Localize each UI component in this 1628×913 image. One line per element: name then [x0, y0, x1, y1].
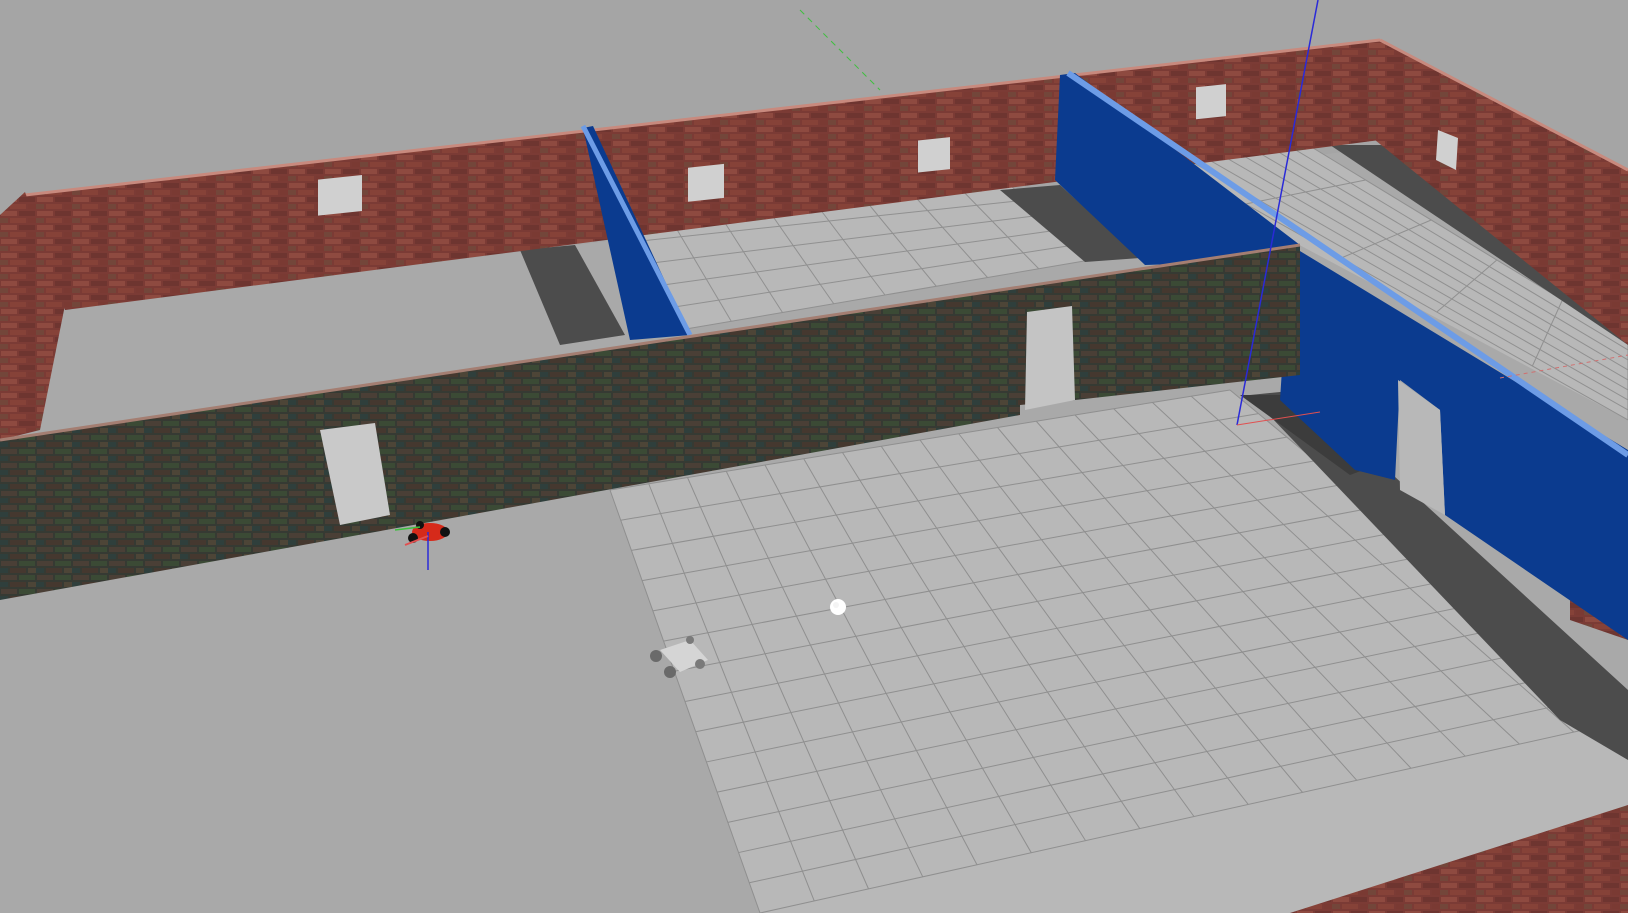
doorway-2: [1025, 306, 1075, 410]
window-3: [918, 137, 950, 173]
window-4: [1196, 84, 1226, 120]
simulation-viewport[interactable]: [0, 0, 1628, 913]
window-1: [318, 174, 362, 216]
ball[interactable]: [830, 599, 846, 615]
window-2: [688, 163, 724, 202]
